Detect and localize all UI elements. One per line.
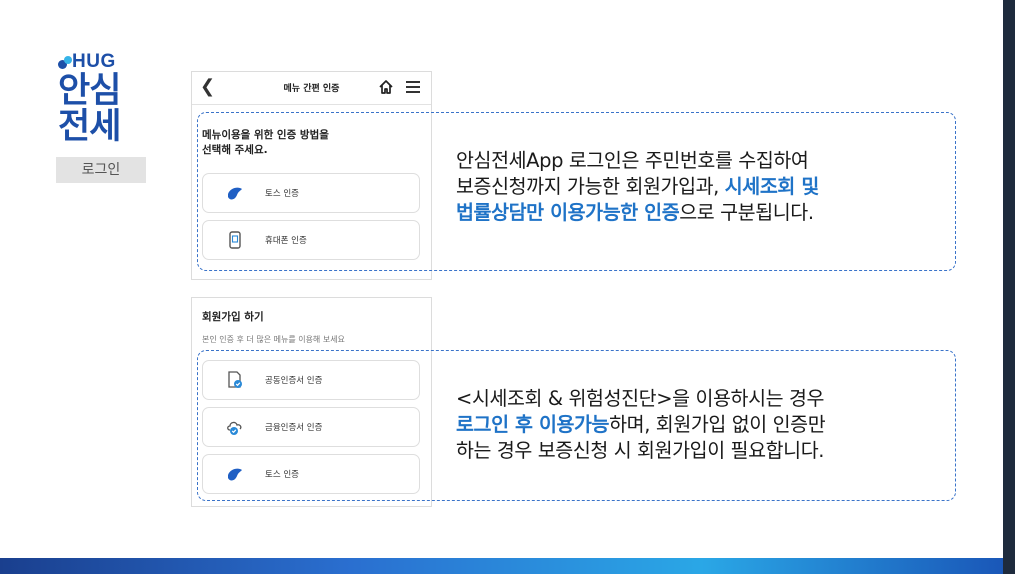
login-tab[interactable]: 로그인 — [56, 157, 146, 183]
callout1-line3-plain: 으로 구분됩니다. — [679, 201, 814, 224]
hug-logo-text: HUG — [72, 51, 116, 72]
callout2-line2: 로그인 후 이용가능하며, 회원가입 없이 인증만 — [456, 412, 936, 438]
callout2-line3: 하는 경우 보증신청 시 회원가입이 필요합니다. — [456, 439, 825, 462]
bottom-gradient-bar — [0, 558, 1003, 574]
header-title: 메뉴 간편 인증 — [283, 84, 340, 94]
home-icon[interactable] — [378, 79, 394, 95]
callout1-line2-highlight: 시세조회 및 — [724, 175, 819, 198]
callout-text-1: 안심전세App 로그인은 주민번호를 수집하여 보증신청까지 가능한 회원가입과… — [456, 148, 936, 226]
brand-title-line2: 전세 — [58, 107, 121, 147]
slide: HUG 안심 전세 로그인 ❮ 메뉴 간편 인증 메뉴이용을 위한 인증 방법을… — [0, 0, 1003, 574]
signup-section-subtitle: 본인 인증 후 더 많은 메뉴를 이용해 보세요 — [202, 335, 345, 344]
hug-logo-icon — [58, 56, 72, 72]
phone-header: ❮ 메뉴 간편 인증 — [192, 72, 431, 105]
hug-logo: HUG — [58, 48, 148, 72]
callout1-line3: 법률상담만 이용가능한 인증으로 구분됩니다. — [456, 200, 936, 226]
callout1-line1: 안심전세App 로그인은 주민번호를 수집하여 — [456, 149, 809, 172]
callout2-line2-highlight: 로그인 후 이용가능 — [456, 413, 610, 436]
brand-title-line1: 안심 — [58, 71, 121, 111]
signup-section-title: 회원가입 하기 — [202, 311, 264, 323]
callout2-line1: <시세조회 & 위험성진단>을 이용하시는 경우 — [456, 387, 825, 410]
callout1-line3-highlight: 법률상담만 이용가능한 인증 — [456, 201, 680, 224]
hamburger-menu-icon[interactable] — [406, 81, 420, 93]
callout1-line2: 보증신청까지 가능한 회원가입과, 시세조회 및 — [456, 174, 936, 200]
callout2-line2-plain: 하며, 회원가입 없이 인증만 — [609, 413, 826, 436]
brand-logo: HUG 안심 전세 — [58, 48, 148, 147]
callout1-line2-plain: 보증신청까지 가능한 회원가입과, — [456, 175, 725, 198]
callout-text-2: <시세조회 & 위험성진단>을 이용하시는 경우 로그인 후 이용가능하며, 회… — [456, 386, 936, 464]
